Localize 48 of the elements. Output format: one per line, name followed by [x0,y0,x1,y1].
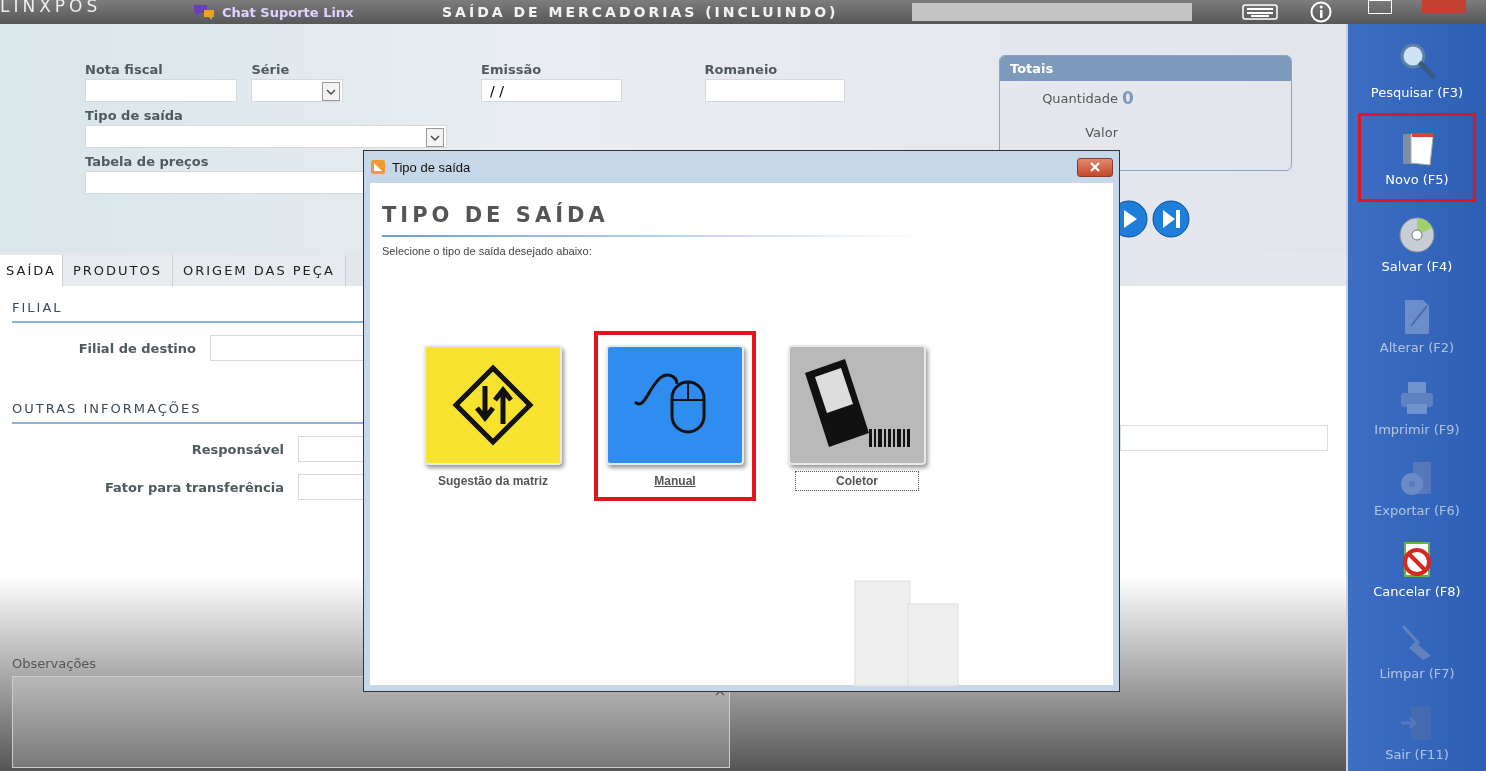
option-tile[interactable] [424,345,562,465]
toolbar-button[interactable]: Cancelar (F8) [1358,531,1476,609]
chat-bubbles-icon[interactable] [192,3,216,21]
instruction-text: Selecione o tipo de saída desejado abaixo: [382,245,593,257]
field-label: Tabela de preços [85,154,209,169]
field-label: Emissão [481,62,542,77]
total-value: 0 [1122,88,1134,108]
nota-fiscal-field[interactable] [85,79,238,102]
toolbar-button[interactable]: Salvar (F4) [1358,206,1476,284]
option-label[interactable]: Sugestão da matriz [433,471,553,491]
field-label: Romaneio [704,62,778,77]
romaneio-field[interactable] [704,79,845,102]
panel-title: Totais [1000,56,1291,81]
dialog-title: Tipo de saída [392,159,471,175]
app-logo: LINXPOS [0,0,103,16]
info-icon[interactable] [1310,1,1332,23]
chat-support-link[interactable]: Chat Suporte Linx [222,4,432,20]
dialog-heading: TIPO DE SAÍDA [382,203,610,227]
option-label[interactable]: Coletor [795,471,919,491]
two-way-arrows-sign-icon [450,362,536,448]
toolbar-button[interactable]: Novo (F5) [1358,113,1476,203]
option-tile[interactable] [606,345,744,465]
option-tile[interactable] [788,345,926,465]
keyboard-icon[interactable] [1242,4,1278,20]
total-label: Valor [1084,124,1118,140]
window-title: SAÍDA DE MERCADORIAS (INCLUINDO) [442,4,840,20]
option-label[interactable]: Manual [649,471,701,491]
toolbar-button[interactable]: Pesquisar (F3) [1358,32,1476,110]
field-label: Série [251,62,290,77]
top-search-field[interactable] [912,3,1192,21]
field-label: Filial de destino [77,340,197,356]
disc-icon [1397,215,1437,256]
observations-textarea[interactable] [12,676,730,768]
close-icon [1089,162,1101,172]
field-label: Tipo de saída [85,108,183,123]
field-label: Nota fiscal [85,62,163,77]
serie-dropdown[interactable] [251,79,344,102]
total-label: Quantidade [1041,90,1118,106]
tab[interactable]: SAÍDA [0,255,63,286]
skip-to-end-icon[interactable] [1151,199,1191,239]
field-label: Fator para transferência [103,479,285,495]
field-label: Responsável [190,441,285,457]
field-label: Observações [12,656,97,671]
text-field[interactable] [1120,425,1328,451]
close-button[interactable] [1077,157,1113,177]
emissao-field[interactable]: / / [481,79,622,102]
document-icon [370,159,386,175]
minimize-button[interactable] [1368,0,1392,14]
